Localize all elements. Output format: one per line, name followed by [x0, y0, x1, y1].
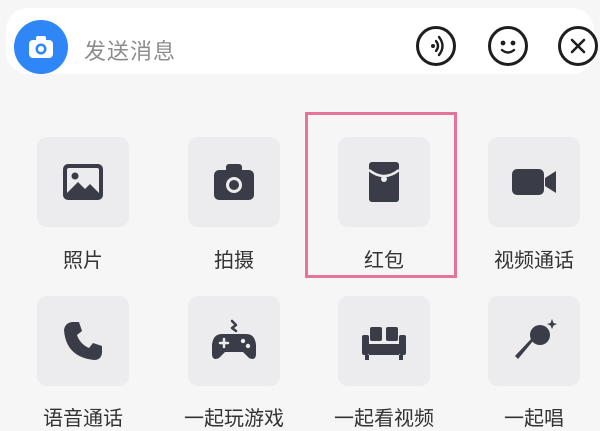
photo-label: 照片: [63, 248, 103, 272]
sofa-icon: [362, 327, 406, 360]
camera-icon: [214, 164, 254, 200]
video-call-icon: [512, 169, 556, 195]
message-input-box[interactable]: 发送消息: [6, 8, 598, 74]
message-input-placeholder[interactable]: 发送消息: [84, 34, 176, 66]
photo-icon: [63, 164, 103, 200]
watch-video-label: 一起看视频: [334, 406, 434, 430]
camera-icon[interactable]: [14, 20, 68, 74]
gamepad-icon: [212, 319, 256, 359]
capture-label: 拍摄: [214, 248, 254, 272]
capture-tile[interactable]: [188, 137, 280, 227]
video-call-tile[interactable]: [488, 137, 580, 227]
microphone-icon: [515, 319, 557, 359]
sing-together-label: 一起唱: [504, 406, 564, 430]
message-input-bar: 发送消息: [0, 0, 600, 86]
red-packet-highlight: [305, 112, 457, 278]
voice-icon[interactable]: [416, 26, 456, 66]
video-call-label: 视频通话: [494, 248, 574, 272]
voice-call-label: 语音通话: [43, 406, 123, 430]
emoji-icon[interactable]: [488, 26, 528, 66]
play-game-tile[interactable]: [188, 296, 280, 386]
phone-icon: [64, 322, 102, 360]
close-icon[interactable]: [558, 26, 598, 66]
sing-together-tile[interactable]: [488, 296, 580, 386]
photo-tile[interactable]: [37, 137, 129, 227]
watch-video-tile[interactable]: [338, 296, 430, 386]
play-game-label: 一起玩游戏: [184, 406, 284, 430]
voice-call-tile[interactable]: [37, 296, 129, 386]
